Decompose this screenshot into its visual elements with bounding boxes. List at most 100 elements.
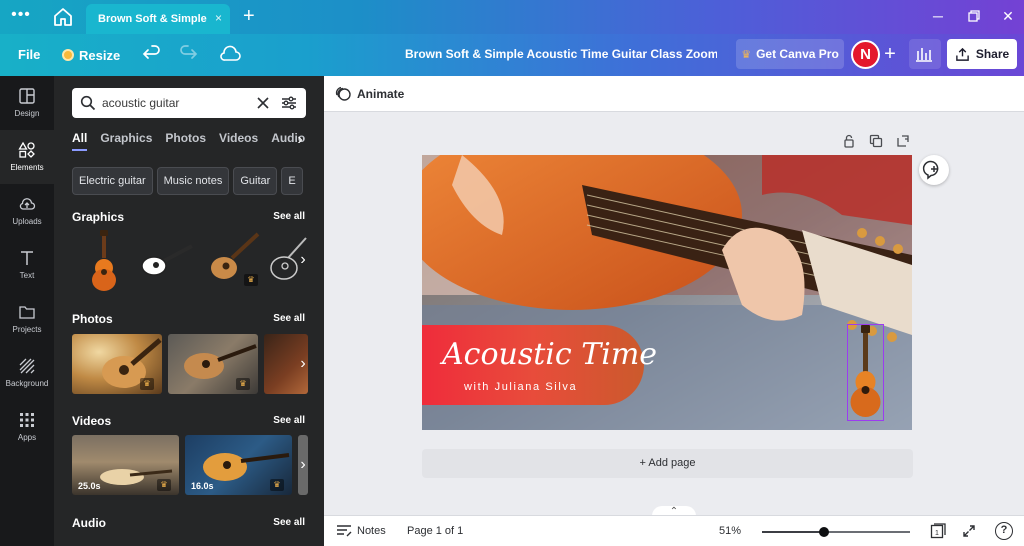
get-canva-pro-button[interactable]: ♛ Get Canva Pro bbox=[736, 39, 844, 69]
minimize-icon[interactable]: ─ bbox=[930, 8, 946, 24]
rail-item-apps[interactable]: Apps bbox=[0, 400, 54, 454]
add-page-button[interactable]: + Add page bbox=[422, 449, 913, 478]
zoom-slider[interactable] bbox=[762, 527, 910, 537]
notes-icon bbox=[337, 525, 352, 537]
chip-guitar[interactable]: Guitar bbox=[233, 167, 278, 195]
rail-label: Elements bbox=[10, 163, 44, 172]
rail-item-background[interactable]: Background bbox=[0, 346, 54, 400]
page-grid-icon[interactable]: 1 bbox=[930, 523, 946, 539]
browser-tab[interactable]: Brown Soft & Simple A... × bbox=[86, 4, 230, 34]
animate-button[interactable]: Animate bbox=[357, 87, 404, 101]
resize-icon bbox=[62, 49, 74, 61]
close-icon[interactable] bbox=[255, 95, 271, 111]
chip-more[interactable]: E bbox=[281, 167, 303, 195]
title-banner[interactable]: Acoustic Time with Juliana Silva bbox=[422, 325, 657, 405]
guitar-graphic-2[interactable] bbox=[136, 228, 198, 292]
background-icon bbox=[19, 358, 35, 374]
cloud-upload-icon bbox=[19, 198, 36, 210]
lock-icon[interactable] bbox=[842, 134, 856, 148]
chevron-right-icon[interactable]: › bbox=[293, 125, 307, 155]
notes-button[interactable]: Notes bbox=[357, 525, 386, 537]
videos-section-title: Videos bbox=[72, 414, 112, 428]
help-button[interactable]: ? bbox=[995, 522, 1013, 540]
video-thumbnail[interactable]: 25.0s ♛ bbox=[72, 435, 179, 495]
add-people-button[interactable]: + bbox=[880, 43, 900, 65]
videos-strip: 25.0s ♛ 16.0s ♛ › bbox=[72, 435, 308, 495]
tab-all[interactable]: All bbox=[72, 131, 88, 151]
rail-item-elements[interactable]: Elements bbox=[0, 130, 54, 184]
resize-label: Resize bbox=[79, 47, 121, 63]
tab-videos[interactable]: Videos bbox=[219, 131, 258, 151]
add-comment-button[interactable] bbox=[919, 155, 949, 185]
audio-see-all[interactable]: See all bbox=[273, 517, 305, 528]
document-title[interactable]: Brown Soft & Simple Acoustic Time Guitar… bbox=[405, 47, 717, 61]
cloud-saved-icon[interactable] bbox=[219, 44, 241, 64]
search-icon bbox=[80, 95, 96, 111]
pro-crown-icon: ♛ bbox=[270, 479, 284, 491]
rail-label: Uploads bbox=[12, 217, 42, 226]
graphics-strip: ♛ › bbox=[72, 228, 308, 292]
pro-crown-icon: ♛ bbox=[157, 479, 171, 491]
add-page-icon[interactable] bbox=[896, 134, 910, 148]
file-menu-button[interactable]: File bbox=[18, 47, 40, 62]
search-input[interactable] bbox=[102, 94, 252, 112]
undo-icon[interactable] bbox=[142, 44, 162, 64]
animate-icon bbox=[335, 86, 351, 101]
browser-menu-icon[interactable]: ••• bbox=[10, 7, 32, 26]
pro-crown-icon: ♛ bbox=[236, 378, 250, 390]
videos-see-all[interactable]: See all bbox=[273, 415, 305, 426]
filter-icon[interactable] bbox=[281, 95, 297, 111]
text-icon bbox=[21, 251, 33, 265]
guitar-graphic-1[interactable] bbox=[76, 228, 132, 292]
graphics-see-all[interactable]: See all bbox=[273, 211, 305, 222]
chip-music-notes[interactable]: Music notes bbox=[156, 167, 230, 195]
tab-photos[interactable]: Photos bbox=[165, 131, 206, 151]
help-icon: ? bbox=[1000, 524, 1008, 536]
rail-item-uploads[interactable]: Uploads bbox=[0, 184, 54, 238]
redo-icon[interactable] bbox=[178, 44, 198, 64]
zoom-slider-fill bbox=[762, 531, 825, 533]
bar-chart-icon bbox=[916, 48, 932, 62]
close-window-icon[interactable]: ✕ bbox=[1000, 8, 1016, 24]
editor-toolbar: File Resize Brown Soft & Simple Acoustic… bbox=[0, 34, 1024, 76]
duplicate-icon[interactable] bbox=[869, 134, 883, 148]
rail-label: Design bbox=[14, 109, 40, 118]
editor-footer: Notes Page 1 of 1 51% 1 ? bbox=[324, 515, 1024, 546]
resize-button[interactable]: Resize bbox=[62, 45, 120, 65]
chip-electric-guitar[interactable]: Electric guitar bbox=[72, 167, 153, 195]
chevron-right-icon[interactable]: › bbox=[296, 349, 308, 379]
banner-subtitle[interactable]: with Juliana Silva bbox=[464, 381, 577, 393]
insights-button[interactable] bbox=[909, 39, 941, 69]
search-box[interactable] bbox=[72, 88, 306, 118]
banner-title[interactable]: Acoustic Time bbox=[442, 337, 657, 372]
photos-section-title: Photos bbox=[72, 312, 113, 326]
photo-thumbnail[interactable]: ♛ bbox=[72, 334, 162, 394]
tab-close-icon[interactable]: × bbox=[215, 11, 222, 25]
user-avatar[interactable]: N bbox=[851, 40, 880, 69]
page-count: Page 1 of 1 bbox=[407, 525, 464, 537]
photos-strip: ♛ ♛ › bbox=[72, 334, 308, 394]
chevron-right-icon[interactable]: › bbox=[296, 245, 308, 275]
zoom-level[interactable]: 51% bbox=[719, 525, 741, 537]
category-tabs: All Graphics Photos Videos Audio bbox=[72, 131, 307, 151]
fullscreen-icon[interactable] bbox=[962, 524, 976, 538]
rail-label: Background bbox=[5, 379, 49, 388]
canva-editor: ••• Brown Soft & Simple A... × + ─ ✕ Fil… bbox=[0, 0, 1024, 546]
home-icon[interactable] bbox=[52, 7, 74, 27]
restore-icon[interactable] bbox=[966, 8, 982, 24]
photo-thumbnail[interactable]: ♛ bbox=[168, 334, 258, 394]
video-duration: 16.0s bbox=[191, 481, 214, 491]
rail-item-projects[interactable]: Projects bbox=[0, 292, 54, 346]
rail-item-text[interactable]: Text bbox=[0, 238, 54, 292]
photos-see-all[interactable]: See all bbox=[273, 313, 305, 324]
elements-panel: All Graphics Photos Videos Audio › Elect… bbox=[54, 76, 324, 546]
share-button[interactable]: Share bbox=[947, 39, 1017, 69]
design-page[interactable]: Acoustic Time with Juliana Silva bbox=[422, 155, 912, 430]
chevron-right-icon[interactable]: › bbox=[296, 450, 308, 480]
shapes-icon bbox=[18, 141, 35, 158]
tab-graphics[interactable]: Graphics bbox=[100, 131, 152, 151]
new-tab-button[interactable]: + bbox=[243, 6, 255, 26]
zoom-slider-thumb[interactable] bbox=[819, 527, 830, 537]
rail-item-design[interactable]: Design bbox=[0, 76, 54, 130]
video-thumbnail[interactable]: 16.0s ♛ bbox=[185, 435, 292, 495]
